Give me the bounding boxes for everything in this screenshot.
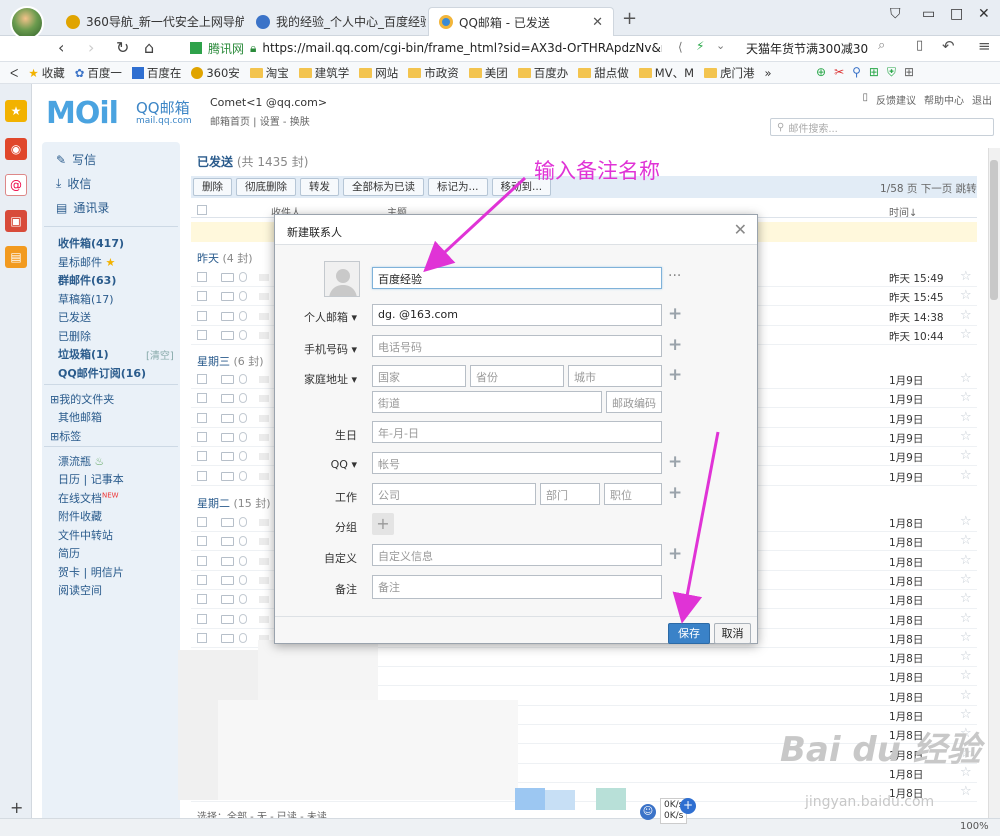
smiley-icon[interactable]: ☺ [640,804,656,820]
arrow-to-save-button [672,431,720,624]
accelerate-icon[interactable]: + [680,798,696,814]
zoom-level[interactable]: 100% [960,821,989,832]
download-speed: 0K/s [664,811,684,821]
baidu-watermark: Bai du 经验 [780,730,981,770]
browser-status-bar [0,818,1000,836]
watermark-url: jingyan.baidu.com [805,794,935,810]
arrow-to-name-input [423,176,527,273]
annotation-arrows [423,176,720,624]
